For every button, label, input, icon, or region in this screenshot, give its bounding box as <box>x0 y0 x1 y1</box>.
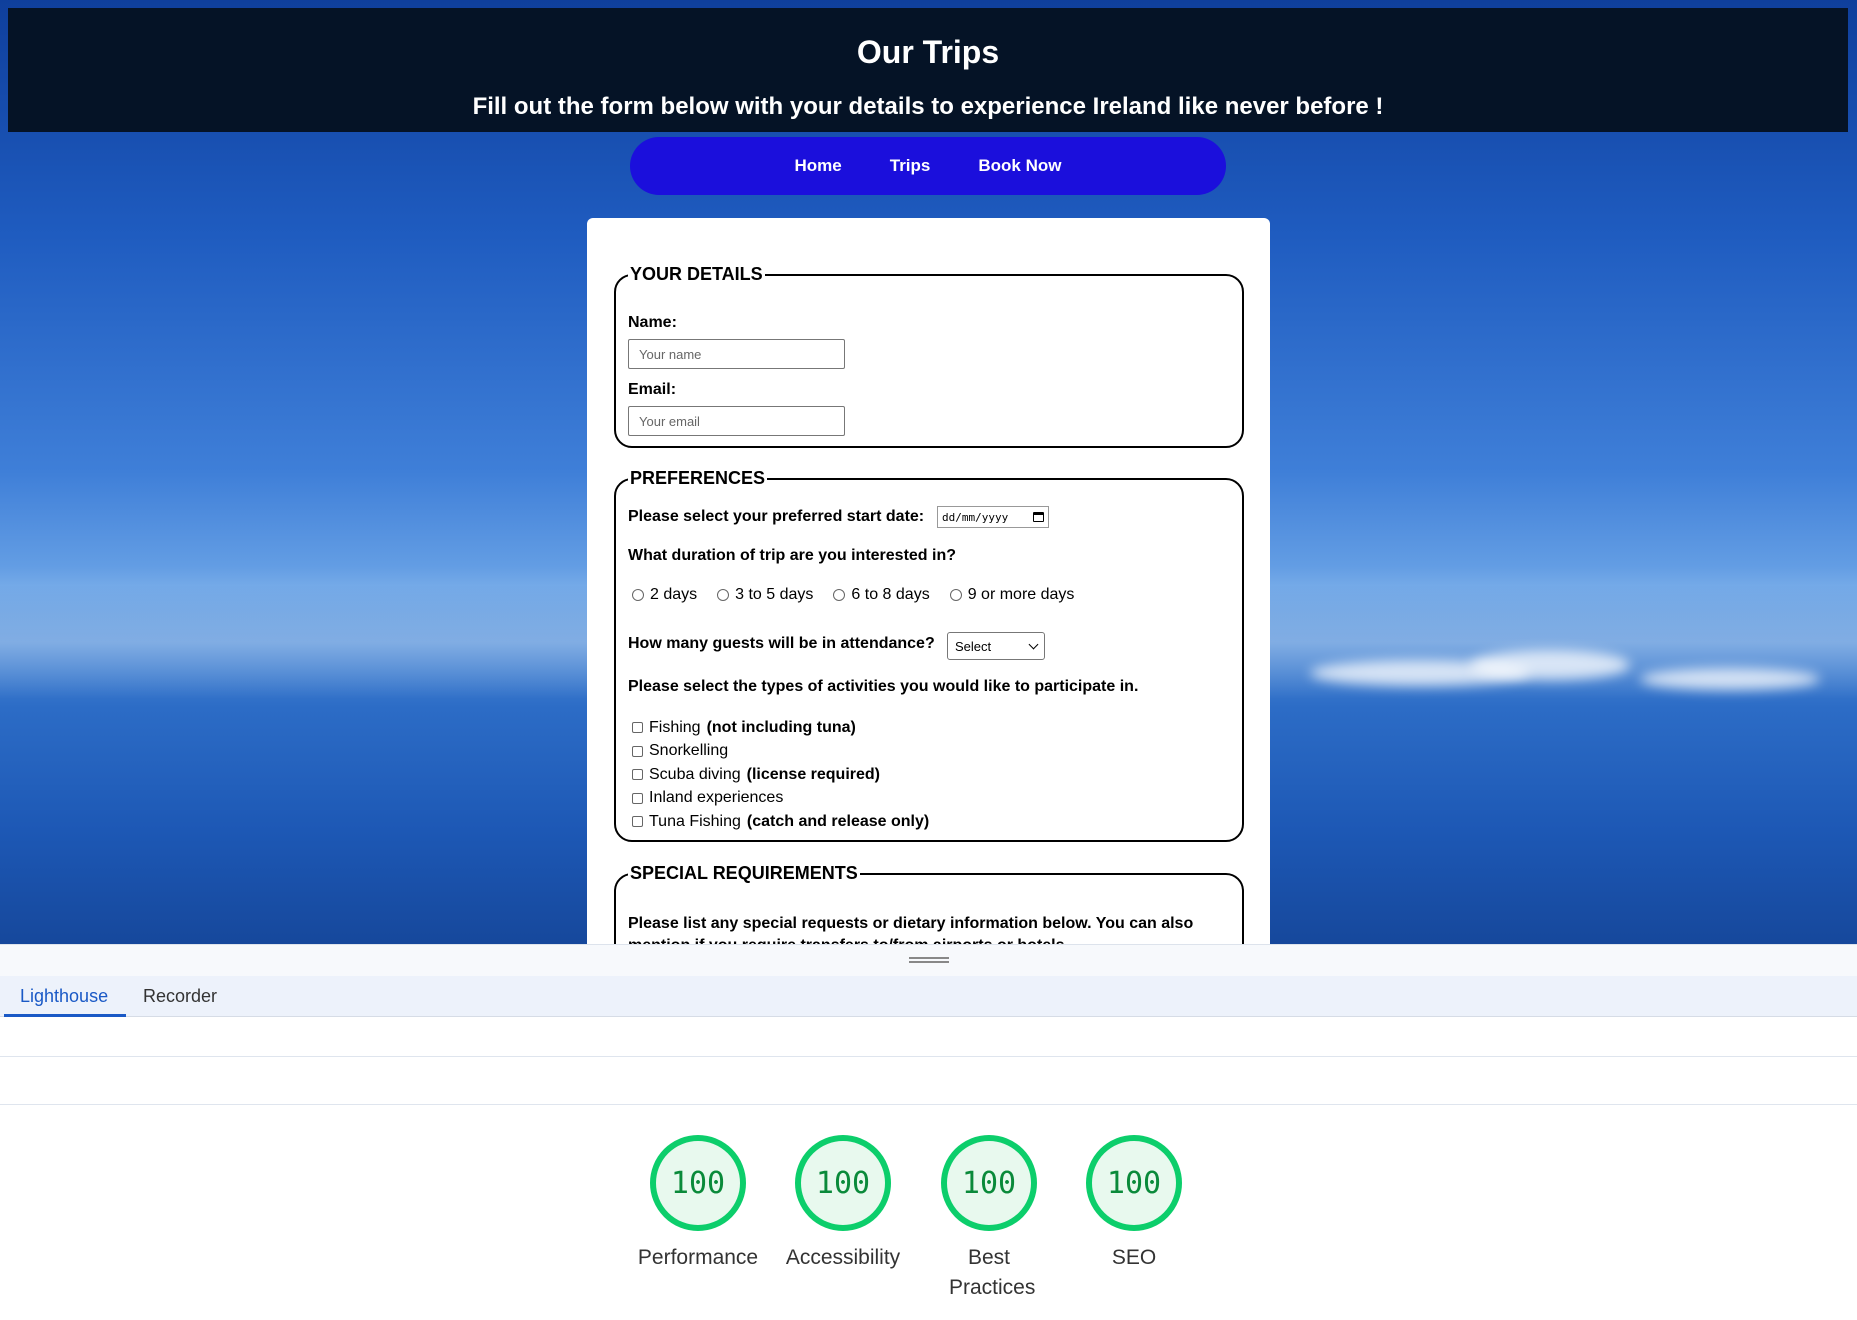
guests-selected-value: Select <box>955 638 992 654</box>
radio-button[interactable] <box>717 589 730 601</box>
activity-note: (license required) <box>746 765 880 783</box>
activity-option[interactable]: Scuba diving (license required) <box>632 763 929 787</box>
activity-label: Scuba diving <box>649 765 741 783</box>
date-placeholder: dd/mm/yyyy <box>942 510 1009 524</box>
score-ring: 100 <box>650 1135 746 1231</box>
score-label: Performance <box>637 1246 759 1269</box>
duration-option-label: 6 to 8 days <box>851 586 930 603</box>
panel-resize-handle[interactable] <box>0 944 1857 976</box>
duration-option[interactable]: 6 to 8 days <box>833 586 930 604</box>
start-date-input[interactable]: dd/mm/yyyy <box>937 506 1049 528</box>
duration-option-label: 9 or more days <box>967 586 1075 603</box>
nav-home[interactable]: Home <box>795 156 842 176</box>
drag-handle-icon[interactable] <box>909 957 949 963</box>
radio-button[interactable] <box>632 589 644 601</box>
lighthouse-toolbar <box>0 1017 1857 1057</box>
duration-option[interactable]: 2 days <box>632 586 697 604</box>
duration-label: What duration of trip are you interested… <box>628 547 957 564</box>
duration-radio-group: 2 days 3 to 5 days 6 to 8 days 9 or more… <box>632 586 1074 604</box>
name-label: Name: <box>628 314 677 331</box>
score-gauge-performance[interactable]: 100 Performance <box>628 1135 768 1273</box>
activity-option[interactable]: Tuna Fishing (catch and release only) <box>632 810 929 834</box>
activity-label: Snorkelling <box>649 742 729 760</box>
booking-form: YOUR DETAILS Name: Email: PREFERENCES Pl… <box>587 218 1270 944</box>
activity-note: (not including tuna) <box>706 718 856 736</box>
duration-option[interactable]: 3 to 5 days <box>717 586 813 604</box>
lighthouse-url-bar <box>0 1057 1857 1105</box>
activity-label: Inland experiences <box>649 789 784 807</box>
activities-checkbox-group: Fishing (not including tuna) Snorkelling… <box>632 716 929 834</box>
cloud <box>1640 668 1820 690</box>
radio-button[interactable] <box>949 589 962 601</box>
start-date-label: Please select your preferred start date: <box>628 508 925 525</box>
page-title: Our Trips <box>856 34 1000 70</box>
score-label: SEO <box>1111 1246 1157 1269</box>
duration-option-label: 3 to 5 days <box>735 586 814 603</box>
tab-recorder[interactable]: Recorder <box>143 986 217 1007</box>
guests-select[interactable]: Select <box>947 632 1045 660</box>
activity-label: Fishing <box>649 718 701 736</box>
score-gauge-best-practices[interactable]: 100 Best Practices <box>919 1135 1059 1303</box>
nav-trips[interactable]: Trips <box>890 156 931 176</box>
checkbox[interactable] <box>632 792 643 804</box>
main-navbar: Home Trips Book Now <box>630 137 1226 195</box>
checkbox[interactable] <box>632 769 643 781</box>
duration-option-label: 2 days <box>650 586 698 603</box>
fieldset-special-requirements: SPECIAL REQUIREMENTS Please list any spe… <box>614 863 1244 944</box>
activity-option[interactable]: Inland experiences <box>632 787 929 811</box>
devtools-tabbar: Lighthouse Recorder <box>0 976 1857 1017</box>
score-label: Accessibility <box>785 1246 901 1269</box>
email-label: Email: <box>628 381 677 398</box>
checkbox[interactable] <box>632 745 643 757</box>
calendar-icon[interactable] <box>1033 512 1044 522</box>
activity-note: (catch and release only) <box>746 812 930 830</box>
score-gauge-seo[interactable]: 100 SEO <box>1064 1135 1204 1273</box>
score-label: Best Practices <box>949 1246 1036 1299</box>
cloud <box>1470 650 1630 680</box>
activity-option[interactable]: Fishing (not including tuna) <box>632 716 929 740</box>
legend-special-requirements: SPECIAL REQUIREMENTS <box>628 863 860 884</box>
score-ring: 100 <box>1086 1135 1182 1231</box>
score-gauge-accessibility[interactable]: 100 Accessibility <box>773 1135 913 1273</box>
score-ring: 100 <box>941 1135 1037 1231</box>
activity-option[interactable]: Snorkelling <box>632 740 929 764</box>
fieldset-preferences: PREFERENCES Please select your preferred… <box>614 468 1244 842</box>
email-input[interactable] <box>628 406 845 436</box>
chevron-down-icon <box>1028 639 1039 649</box>
nav-book-now[interactable]: Book Now <box>978 156 1061 176</box>
activities-label: Please select the types of activities yo… <box>628 678 1139 695</box>
radio-button[interactable] <box>833 589 846 601</box>
page-subtitle: Fill out the form below with your detail… <box>472 93 1384 120</box>
devtools-panel: Lighthouse Recorder 100 Performance 100 … <box>0 944 1857 1320</box>
name-input[interactable] <box>628 339 845 369</box>
special-requirements-text: Please list any special requests or diet… <box>628 915 1194 944</box>
tab-lighthouse[interactable]: Lighthouse <box>20 986 108 1007</box>
activity-label: Tuna Fishing <box>649 812 741 830</box>
legend-preferences: PREFERENCES <box>628 468 768 489</box>
page-viewport: Our Trips Fill out the form below with y… <box>0 0 1857 944</box>
duration-option[interactable]: 9 or more days <box>949 586 1075 604</box>
score-ring: 100 <box>795 1135 891 1231</box>
fieldset-your-details: YOUR DETAILS Name: Email: <box>614 264 1244 448</box>
checkbox[interactable] <box>632 722 643 734</box>
guests-label: How many guests will be in attendance? <box>628 635 935 652</box>
checkbox[interactable] <box>632 816 643 828</box>
legend-your-details: YOUR DETAILS <box>628 264 765 285</box>
hero-banner: Our Trips Fill out the form below with y… <box>8 8 1848 132</box>
